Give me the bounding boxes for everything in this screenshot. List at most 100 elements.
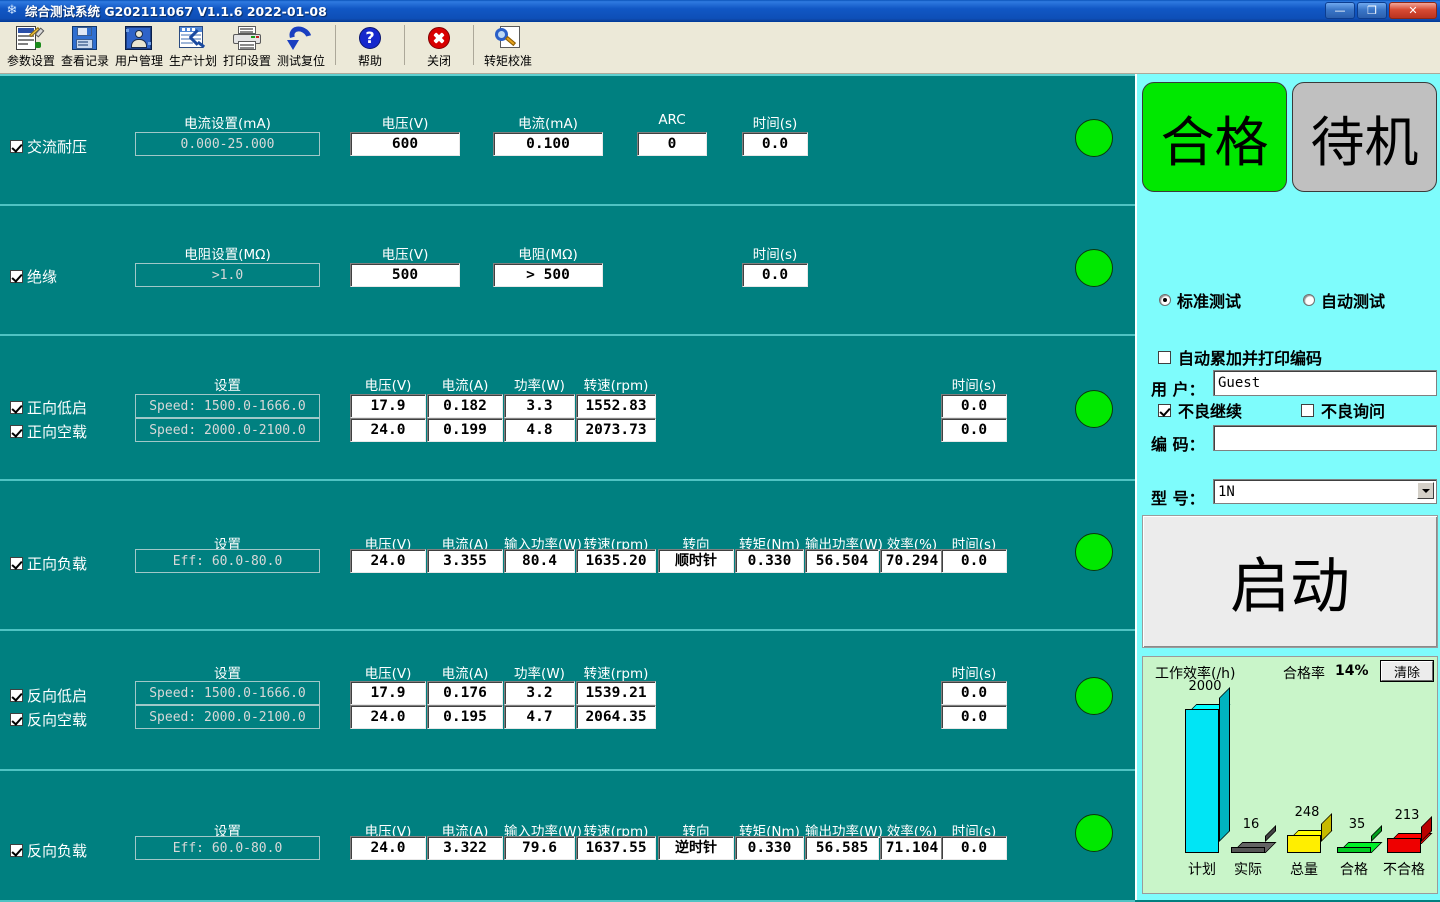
measurement-forward-lowstart-noload-2-1: 4.8 (504, 418, 575, 442)
measurement-forward-lowstart-noload-3-0: 1552.83 (576, 394, 656, 418)
checkbox-label-continue-on-fail: 不良继续 (1178, 398, 1242, 422)
toolbar-button-user-management[interactable]: 用户管理 (112, 22, 166, 72)
test-section-ac-withstand: 交流耐压电流设置(mA)0.000-25.000电压(V)600电流(mA)0.… (0, 76, 1135, 206)
toolbar-button-production-plan[interactable]: 生产计划 (166, 22, 220, 72)
time-value-reverse-lowstart-noload-1: 0.0 (941, 705, 1007, 729)
maximize-button[interactable]: ❐ (1357, 2, 1387, 19)
time-header-reverse-lowstart-noload: 时间(s) (941, 662, 1007, 682)
chart-bar-value-3: 35 (1329, 817, 1385, 832)
measurement-forward-lowstart-noload-1-0: 0.182 (427, 394, 503, 418)
setting-header-reverse-lowstart-noload: 设置 (135, 662, 320, 682)
undo-reset-icon (285, 24, 317, 52)
test-section-reverse-load: 反向负载设置Eff: 60.0-80.0电压(V)24.0电流(A)3.322输… (0, 771, 1135, 902)
column-header-reverse-lowstart-noload-3: 转速(rpm) (576, 662, 656, 682)
time-value-reverse-load-0: 0.0 (941, 836, 1007, 860)
checkbox-label: 交流耐压 (27, 136, 87, 157)
status-led-reverse-lowstart-noload (1075, 677, 1113, 715)
toolbar-button-help-question[interactable]: ?帮助 (343, 22, 397, 72)
close-button[interactable]: ✕ (1389, 2, 1437, 19)
code-field-label: 编 码： (1151, 431, 1205, 455)
checkbox-forward-load-0[interactable]: 正向负载 (10, 553, 87, 574)
checkbox-box (10, 844, 23, 857)
model-select-value: 1N (1218, 484, 1235, 500)
checkbox-box (10, 557, 23, 570)
measurement-forward-load-1-0: 3.355 (427, 549, 503, 573)
toolbar-button-label: 转矩校准 (484, 52, 532, 69)
measurement-ac-withstand-0-0: 600 (350, 132, 460, 156)
checkbox-box (10, 425, 23, 438)
toolbar-separator (335, 25, 336, 65)
time-value-reverse-lowstart-noload-0: 0.0 (941, 681, 1007, 705)
measurement-forward-load-0-0: 24.0 (350, 549, 426, 573)
measurement-reverse-load-6-0: 56.585 (805, 836, 879, 860)
checkbox-reverse-lowstart-noload-1[interactable]: 反向空载 (10, 709, 87, 730)
measurement-reverse-load-1-0: 3.322 (427, 836, 503, 860)
checkbox-ac-withstand-0[interactable]: 交流耐压 (10, 136, 87, 157)
toolbar-button-undo-reset[interactable]: 测试复位 (274, 22, 328, 72)
checkbox-reverse-lowstart-noload-0[interactable]: 反向低启 (10, 685, 87, 706)
measurement-insulation-1-0: > 500 (493, 263, 603, 287)
measurement-ac-withstand-2-0: 0 (637, 132, 707, 156)
checkbox-forward-lowstart-noload-1[interactable]: 正向空载 (10, 421, 87, 442)
toolbar-button-label: 打印设置 (223, 52, 271, 69)
toolbar-button-label: 参数设置 (7, 52, 55, 69)
chart-bar-value-0: 2000 (1177, 679, 1233, 694)
control-panel: 合格 待机 标准测试 自动测试 自动累加并打印编码 不良继续 不良询问 用 户：… (1135, 74, 1440, 900)
state-indicator-standby[interactable]: 待机 (1292, 82, 1437, 192)
toolbar-button-close-cross[interactable]: 关闭 (412, 22, 466, 72)
user-field-label: 用 户： (1151, 376, 1205, 400)
time-value-insulation-0: 0.0 (742, 263, 808, 287)
column-header-insulation-0: 电压(V) (350, 243, 460, 263)
checkbox-label: 反向空载 (27, 709, 87, 730)
chevron-down-icon[interactable] (1417, 482, 1434, 499)
start-button[interactable]: 启动 (1142, 515, 1438, 648)
time-value-forward-load-0: 0.0 (941, 549, 1007, 573)
column-header-forward-lowstart-noload-1: 电流(A) (427, 374, 503, 394)
measurement-reverse-load-2-0: 79.6 (504, 836, 575, 860)
measurement-forward-load-6-0: 56.504 (805, 549, 879, 573)
radio-auto-test[interactable]: 自动测试 (1303, 288, 1385, 312)
status-led-reverse-load (1075, 814, 1113, 852)
checkbox-insulation-0[interactable]: 绝缘 (10, 266, 57, 287)
checkbox-auto-accumulate-print[interactable]: 自动累加并打印编码 (1158, 345, 1322, 369)
checkbox-reverse-load-0[interactable]: 反向负载 (10, 840, 87, 861)
toolbar-button-torque-calibration-magnifier[interactable]: 转矩校准 (481, 22, 535, 72)
test-sections-area: 交流耐压电流设置(mA)0.000-25.000电压(V)600电流(mA)0.… (0, 74, 1135, 900)
column-header-ac-withstand-2: ARC (637, 112, 707, 128)
column-header-forward-lowstart-noload-3: 转速(rpm) (576, 374, 656, 394)
result-indicator-pass[interactable]: 合格 (1142, 82, 1287, 192)
checkbox-continue-on-fail[interactable]: 不良继续 (1158, 398, 1242, 422)
time-header-insulation: 时间(s) (742, 243, 808, 263)
measurement-reverse-load-7-0: 71.104 (880, 836, 944, 860)
chart-bar-category-1: 实际 (1218, 859, 1278, 879)
checkbox-box-continue-on-fail (1158, 404, 1171, 417)
toolbar-button-printer[interactable]: 打印设置 (220, 22, 274, 72)
model-field-label: 型 号： (1151, 485, 1205, 509)
code-input[interactable] (1213, 425, 1437, 451)
checkbox-ask-on-fail[interactable]: 不良询问 (1301, 398, 1385, 422)
measurement-forward-lowstart-noload-2-0: 3.3 (504, 394, 575, 418)
checkbox-box (10, 270, 23, 283)
production-plan-icon (177, 24, 209, 52)
column-header-forward-lowstart-noload-0: 电压(V) (350, 374, 426, 394)
chart-plot-area: 2000计划16实际248总量35合格213不合格 (1143, 657, 1439, 895)
window-title: 综合测试系统 G202111067 V1.1.6 2022-01-08 (25, 1, 1325, 20)
window-titlebar: ❄ 综合测试系统 G202111067 V1.1.6 2022-01-08 — … (0, 0, 1440, 22)
toolbar-button-save-record[interactable]: 查看记录 (58, 22, 112, 72)
radio-standard-test[interactable]: 标准测试 (1159, 288, 1241, 312)
checkbox-label-auto-accumulate: 自动累加并打印编码 (1178, 345, 1322, 369)
column-header-ac-withstand-1: 电流(mA) (493, 112, 603, 132)
help-question-icon: ? (354, 24, 386, 52)
main-toolbar: 参数设置查看记录用户管理生产计划打印设置测试复位 ?帮助关闭转矩校准 (0, 22, 1440, 74)
status-led-forward-lowstart-noload (1075, 390, 1113, 428)
window-controls: — ❐ ✕ (1325, 2, 1437, 19)
model-select[interactable]: 1N (1213, 479, 1437, 504)
checkbox-forward-lowstart-noload-0[interactable]: 正向低启 (10, 397, 87, 418)
time-value-forward-lowstart-noload-0: 0.0 (941, 394, 1007, 418)
setting-header-insulation: 电阻设置(MΩ) (135, 243, 320, 263)
column-header-ac-withstand-0: 电压(V) (350, 112, 460, 132)
toolbar-button-parameter-settings[interactable]: 参数设置 (4, 22, 58, 72)
measurement-reverse-lowstart-noload-1-1: 0.195 (427, 705, 503, 729)
user-input[interactable]: Guest (1213, 370, 1437, 396)
minimize-button[interactable]: — (1325, 2, 1355, 19)
